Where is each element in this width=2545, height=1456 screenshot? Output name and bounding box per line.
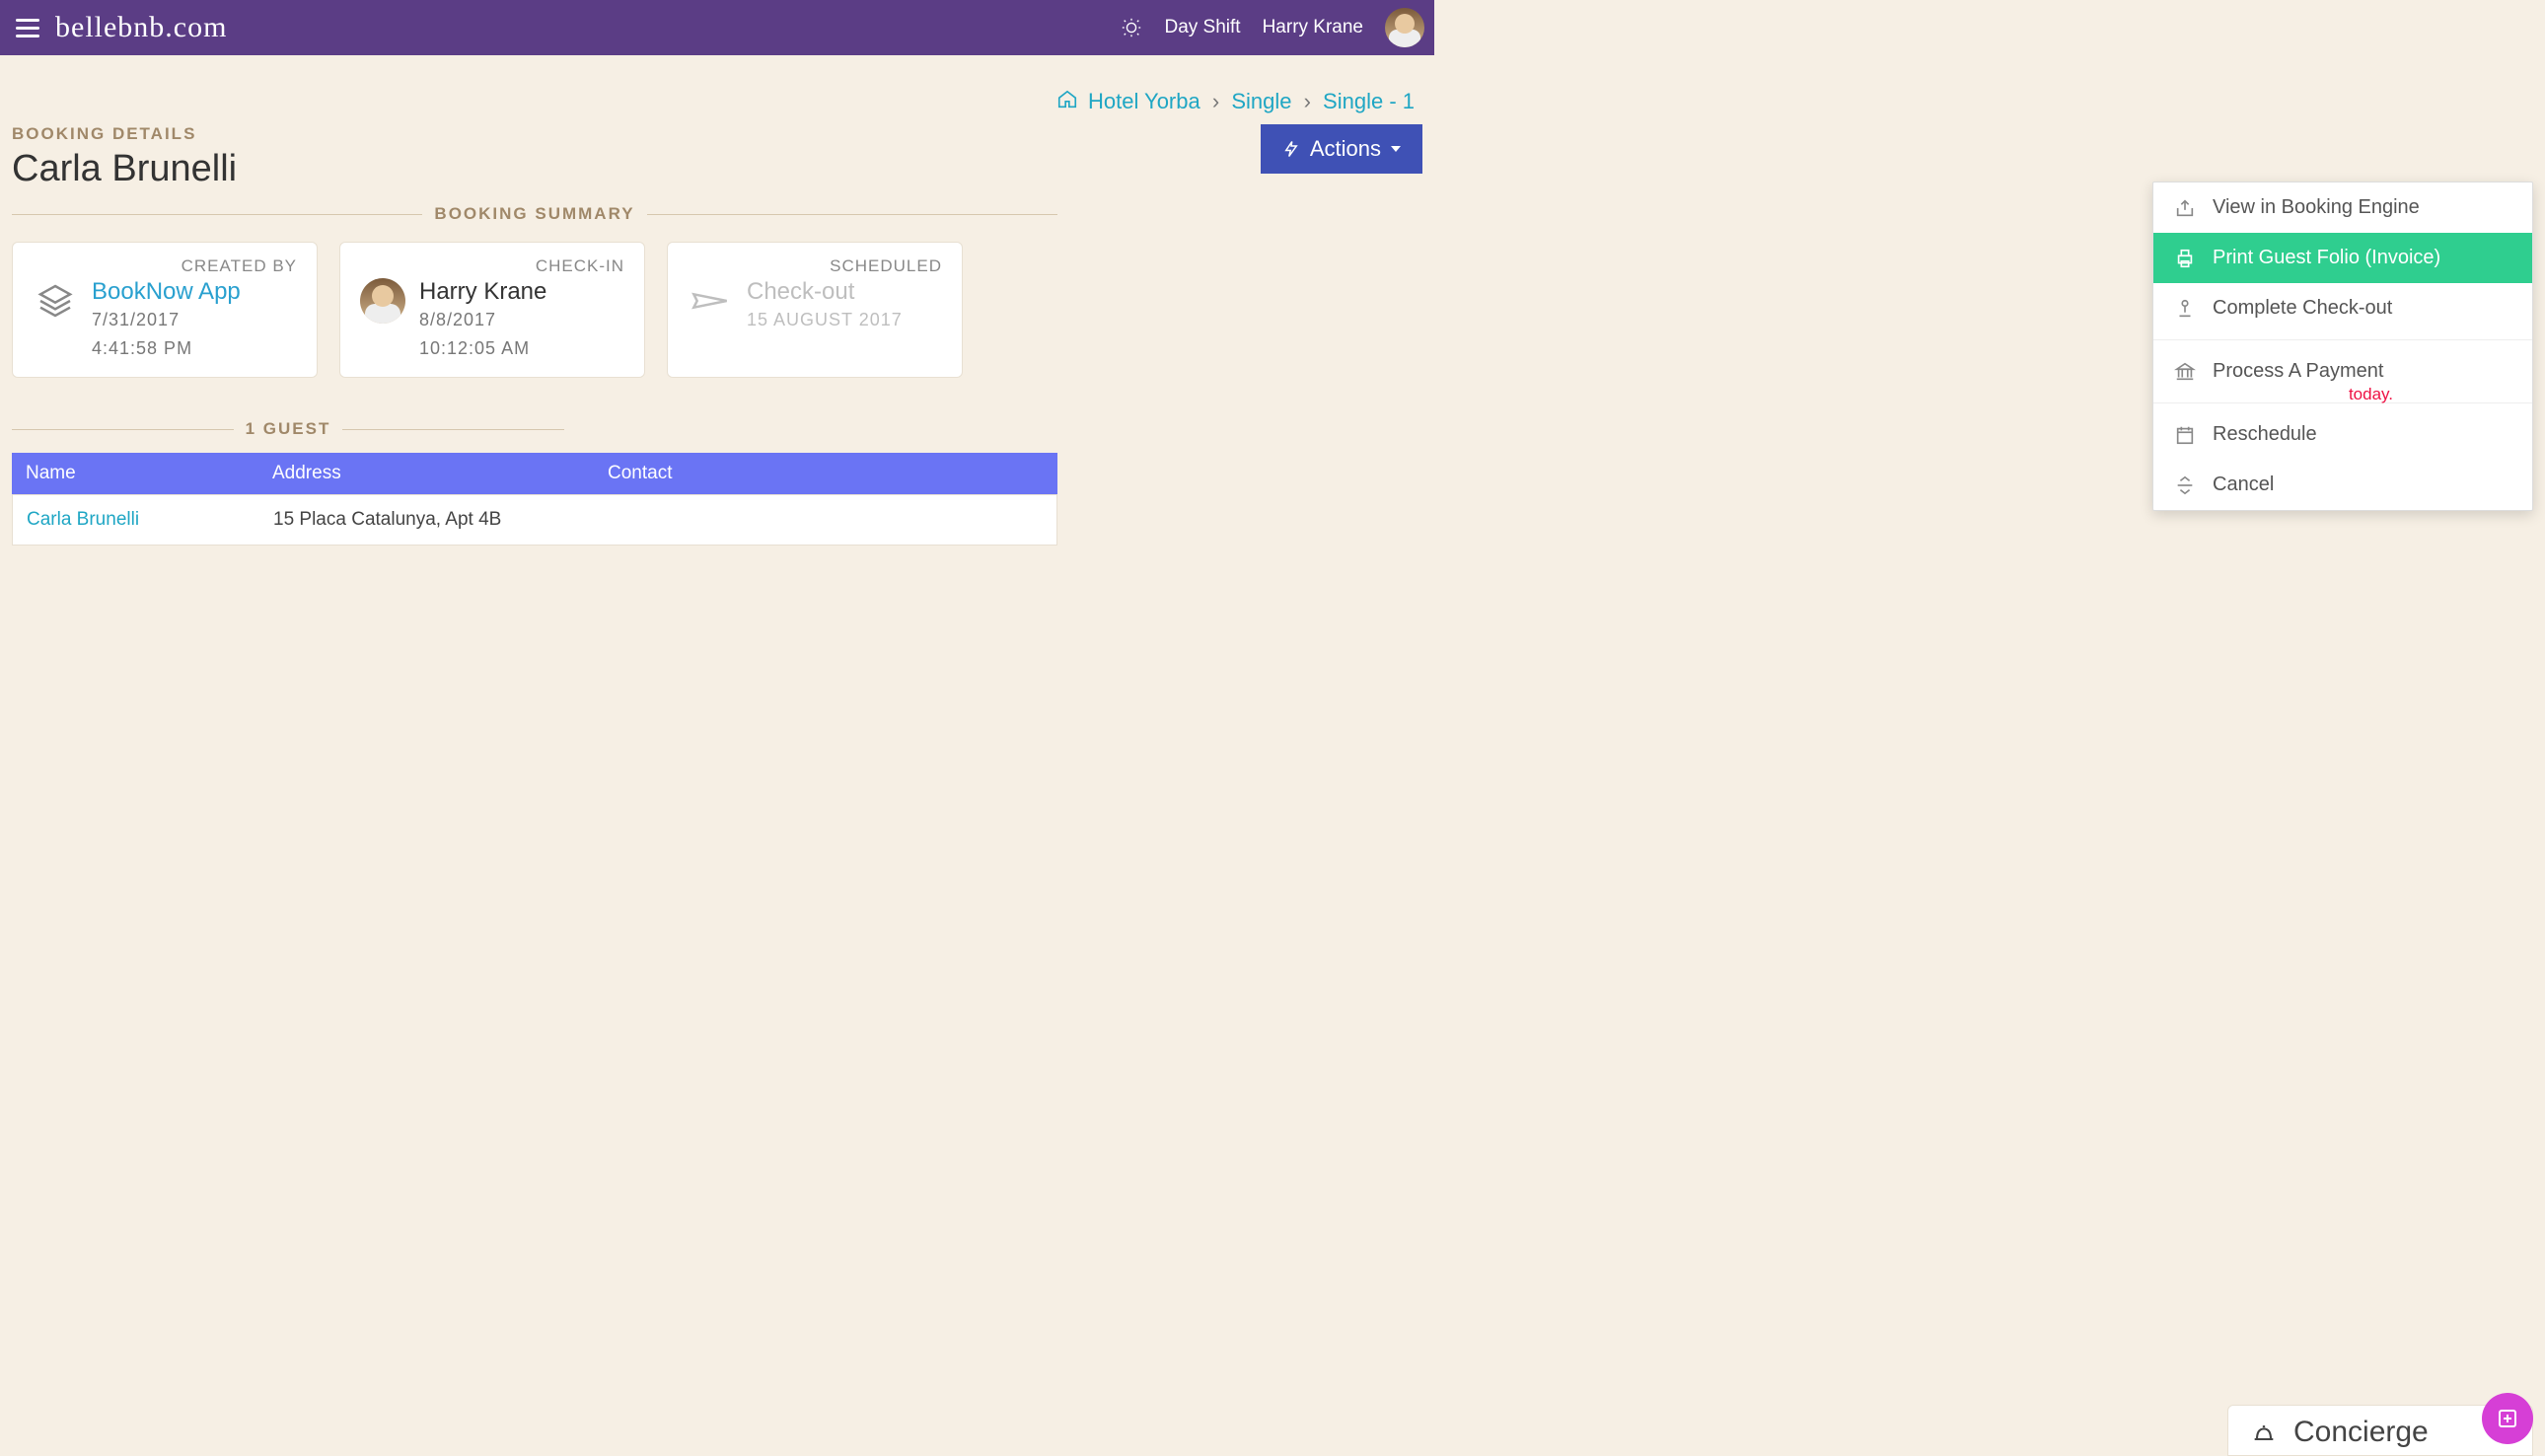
action-cancel[interactable]: Cancel (2153, 460, 2532, 510)
table-row[interactable]: Carla Brunelli 15 Placa Catalunya, Apt 4… (12, 494, 1057, 546)
dropdown-separator (2153, 402, 2532, 403)
bell-icon (2246, 1419, 2282, 1446)
shift-label[interactable]: Day Shift (1164, 17, 1240, 38)
action-label: View in Booking Engine (2213, 196, 2420, 219)
page-title: Carla Brunelli (12, 148, 1261, 190)
check-in-time: 10:12:05 AM (419, 338, 546, 359)
card-scheduled: SCHEDULED Check-out 15 AUGUST 2017 (667, 242, 963, 378)
avatar[interactable] (1385, 8, 1424, 47)
action-complete-checkout[interactable]: Complete Check-out (2153, 283, 2532, 333)
guest-contact (609, 509, 1043, 531)
action-reschedule[interactable]: Reschedule (2153, 409, 2532, 460)
user-name[interactable]: Harry Krane (1263, 17, 1363, 38)
breadcrumb-roomtype[interactable]: Single (1231, 89, 1291, 113)
actions-label: Actions (1310, 136, 1381, 162)
summary-divider: BOOKING SUMMARY (12, 204, 1057, 224)
action-label: Complete Check-out (2213, 297, 2392, 320)
fab-add[interactable] (2482, 1393, 2533, 1444)
col-address: Address (272, 463, 608, 484)
action-label: Reschedule (2213, 423, 2317, 446)
layers-icon (33, 278, 78, 324)
actions-button[interactable]: Actions (1261, 124, 1422, 174)
table-header: Name Address Contact (12, 453, 1057, 494)
card-created-by: CREATED BY BookNow App 7/31/2017 4:41:58… (12, 242, 318, 378)
breadcrumb-sep: › (1304, 89, 1311, 113)
sun-icon (1121, 17, 1142, 38)
created-by-time: 4:41:58 PM (92, 338, 241, 359)
section-label: BOOKING DETAILS (12, 124, 1261, 144)
card-label: CREATED BY (33, 256, 297, 276)
guest-name[interactable]: Carla Brunelli (27, 509, 273, 531)
breadcrumb-hotel[interactable]: Hotel Yorba (1088, 89, 1200, 113)
plus-icon (2496, 1407, 2519, 1430)
recycle-icon (2173, 474, 2197, 496)
guest-table: Name Address Contact Carla Brunelli 15 P… (12, 453, 1057, 546)
guest-address: 15 Placa Catalunya, Apt 4B (273, 509, 609, 531)
action-label: Print Guest Folio (Invoice) (2213, 247, 2440, 269)
action-label: Cancel (2213, 473, 2274, 496)
created-by-source[interactable]: BookNow App (92, 278, 241, 306)
action-view-booking-engine[interactable]: View in Booking Engine (2153, 182, 2532, 233)
checkout-icon (2173, 298, 2197, 320)
today-hint: today. (2349, 385, 2393, 404)
created-by-date: 7/31/2017 (92, 310, 241, 330)
plane-icon (688, 278, 733, 324)
home-icon (1056, 89, 1078, 110)
col-contact: Contact (608, 463, 1044, 484)
caret-down-icon (1391, 146, 1401, 152)
action-process-payment[interactable]: Process A Payment (2153, 346, 2532, 397)
dropdown-separator (2153, 339, 2532, 340)
card-label: SCHEDULED (688, 256, 942, 276)
lightning-icon (1282, 138, 1300, 160)
check-in-staff: Harry Krane (419, 278, 546, 306)
menu-button[interactable] (10, 10, 45, 45)
staff-avatar (360, 278, 405, 324)
bank-icon (2173, 361, 2197, 383)
action-label: Process A Payment (2213, 360, 2383, 383)
share-icon (2173, 197, 2197, 219)
top-bar: bellebnb.com Day Shift Harry Krane (0, 0, 1434, 55)
card-label: CHECK-IN (360, 256, 624, 276)
calendar-icon (2173, 424, 2197, 446)
check-in-date: 8/8/2017 (419, 310, 546, 330)
breadcrumb: Hotel Yorba › Single › Single - 1 (0, 55, 1434, 114)
scheduled-status: Check-out (747, 278, 903, 306)
actions-dropdown: View in Booking Engine Print Guest Folio… (2152, 182, 2533, 511)
action-print-folio[interactable]: Print Guest Folio (Invoice) (2153, 233, 2532, 283)
logo[interactable]: bellebnb.com (55, 11, 227, 44)
scheduled-date: 15 AUGUST 2017 (747, 310, 903, 330)
col-name: Name (26, 463, 272, 484)
card-check-in: CHECK-IN Harry Krane 8/8/2017 10:12:05 A… (339, 242, 645, 378)
printer-icon (2173, 248, 2197, 269)
breadcrumb-sep: › (1212, 89, 1219, 113)
guests-divider: 1 GUEST (12, 419, 564, 439)
breadcrumb-room[interactable]: Single - 1 (1323, 89, 1415, 113)
concierge-label: Concierge (2293, 1416, 2429, 1449)
